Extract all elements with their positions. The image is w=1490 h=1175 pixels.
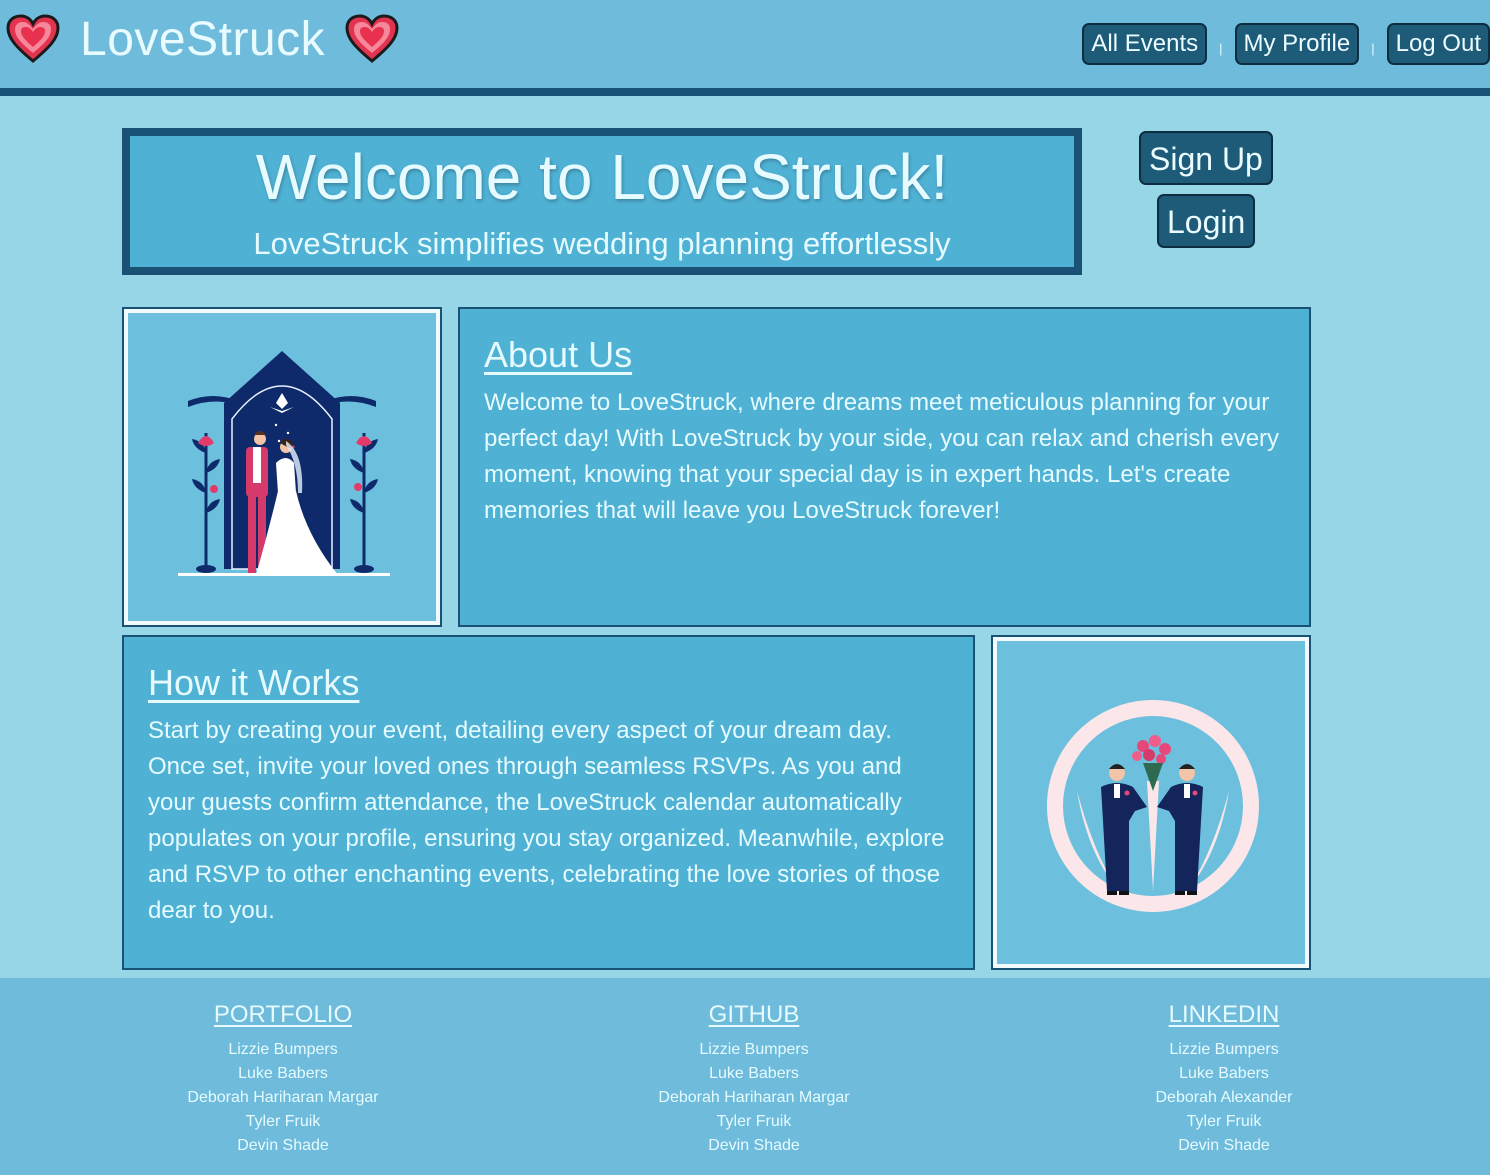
heart-icon [345, 14, 399, 63]
about-us-panel: About Us Welcome to LoveStruck, where dr… [458, 307, 1311, 627]
footer-portfolio-link[interactable]: Luke Babers [133, 1062, 433, 1086]
about-us-text: Welcome to LoveStruck, where dreams meet… [484, 389, 1280, 524]
sign-up-button[interactable]: Sign Up [1139, 131, 1273, 185]
brand[interactable]: LoveStruck [6, 12, 399, 66]
footer-portfolio-link[interactable]: Devin Shade [133, 1134, 433, 1158]
how-it-works-text: Start by creating your event, detailing … [148, 717, 945, 924]
all-events-button[interactable]: All Events [1082, 23, 1208, 65]
welcome-subtitle: LoveStruck simplifies wedding planning e… [253, 226, 951, 261]
footer-github-column: GITHUB Lizzie Bumpers Luke Babers Debora… [604, 1000, 904, 1158]
wedding-couple-image [122, 307, 442, 627]
about-us-heading[interactable]: About Us [484, 333, 1285, 377]
grooms-image [991, 635, 1311, 970]
footer-linkedin-link[interactable]: Deborah Alexander [1074, 1086, 1374, 1110]
welcome-banner: Welcome to LoveStruck! LoveStruck simpli… [122, 128, 1082, 275]
footer-linkedin-heading[interactable]: LINKEDIN [1074, 1000, 1374, 1030]
grooms-illustration [997, 641, 1305, 964]
wedding-couple-illustration [128, 313, 436, 621]
footer-github-link[interactable]: Deborah Hariharan Margar [604, 1086, 904, 1110]
footer-github-link[interactable]: Lizzie Bumpers [604, 1038, 904, 1062]
footer-portfolio-link[interactable]: Lizzie Bumpers [133, 1038, 433, 1062]
top-header: LoveStruck All Events | My Profile | Log… [0, 0, 1490, 96]
how-it-works-panel: How it Works Start by creating your even… [122, 635, 975, 970]
footer-github-link[interactable]: Devin Shade [604, 1134, 904, 1158]
how-it-works-heading[interactable]: How it Works [148, 661, 949, 705]
footer-portfolio-link[interactable]: Deborah Hariharan Margar [133, 1086, 433, 1110]
footer-linkedin-link[interactable]: Devin Shade [1074, 1134, 1374, 1158]
footer-linkedin-link[interactable]: Tyler Fruik [1074, 1110, 1374, 1134]
heart-icon [6, 14, 60, 63]
footer-portfolio-column: PORTFOLIO Lizzie Bumpers Luke Babers Deb… [133, 1000, 433, 1158]
top-nav: All Events | My Profile | Log Out [1082, 23, 1490, 65]
footer-github-heading[interactable]: GITHUB [604, 1000, 904, 1030]
footer-github-link[interactable]: Luke Babers [604, 1062, 904, 1086]
footer-linkedin-link[interactable]: Luke Babers [1074, 1062, 1374, 1086]
footer-linkedin-link[interactable]: Lizzie Bumpers [1074, 1038, 1374, 1062]
welcome-title: Welcome to LoveStruck! [255, 141, 949, 213]
brand-name[interactable]: LoveStruck [80, 12, 325, 67]
login-button[interactable]: Login [1157, 194, 1256, 248]
my-profile-button[interactable]: My Profile [1234, 23, 1360, 65]
log-out-button[interactable]: Log Out [1386, 23, 1490, 65]
footer-portfolio-heading[interactable]: PORTFOLIO [133, 1000, 433, 1030]
footer-portfolio-link[interactable]: Tyler Fruik [133, 1110, 433, 1134]
footer-github-link[interactable]: Tyler Fruik [604, 1110, 904, 1134]
nav-separator: | [1219, 40, 1223, 56]
nav-separator: | [1371, 40, 1375, 56]
footer: PORTFOLIO Lizzie Bumpers Luke Babers Deb… [0, 978, 1490, 1175]
footer-linkedin-column: LINKEDIN Lizzie Bumpers Luke Babers Debo… [1074, 1000, 1374, 1158]
